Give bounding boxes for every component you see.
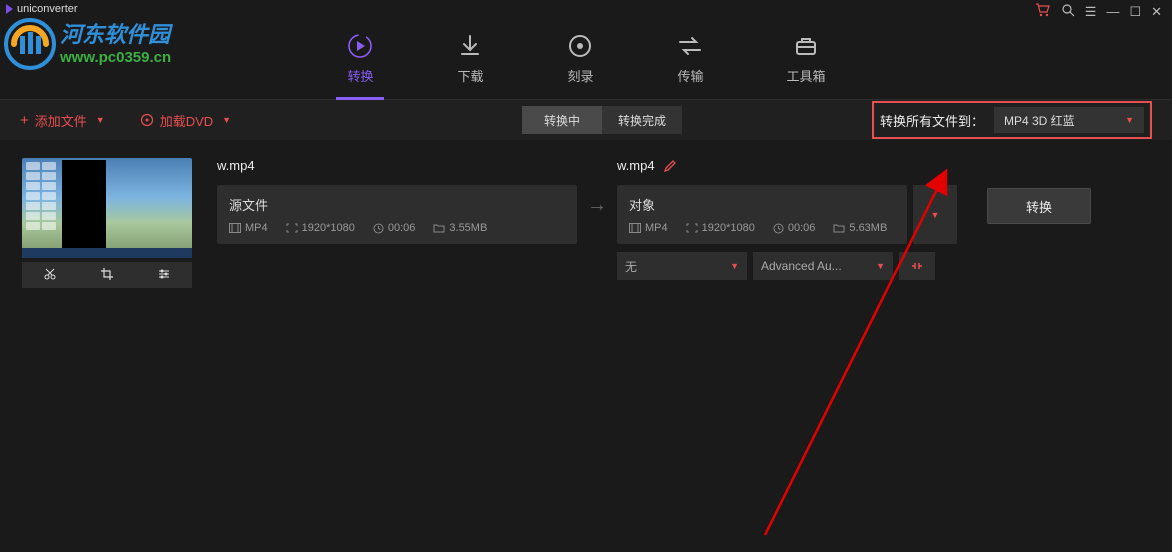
clock-icon xyxy=(373,223,384,234)
nav-label: 工具箱 xyxy=(786,66,825,85)
chevron-down-icon: ▼ xyxy=(876,261,885,271)
main-nav: 转换 下载 刻录 传输 工具箱 xyxy=(0,18,1172,100)
src-filesize: 3.55MB xyxy=(433,222,487,234)
load-dvd-button[interactable]: 加载DVD ▼ xyxy=(140,111,231,130)
crop-icon[interactable] xyxy=(100,267,114,284)
seg-converting[interactable]: 转换中 xyxy=(522,106,602,134)
clock-icon xyxy=(773,223,784,234)
cut-icon[interactable] xyxy=(43,267,57,284)
tgt-duration: 00:06 xyxy=(773,222,816,234)
status-segment: 转换中 转换完成 xyxy=(522,106,682,134)
folder-icon xyxy=(833,223,845,233)
target-column: w.mp4 对象 MP4 1920*1080 xyxy=(617,158,957,280)
film-icon xyxy=(229,223,241,233)
toolbox-icon xyxy=(792,32,820,60)
toolbar: + 添加文件 ▼ 加载DVD ▼ 转换中 转换完成 转换所有文件到： MP4 3… xyxy=(0,100,1172,140)
edit-icon[interactable] xyxy=(663,159,677,173)
target-card: 对象 MP4 1920*1080 00:06 xyxy=(617,185,907,244)
convert-all-label: 转换所有文件到： xyxy=(880,111,984,130)
transfer-icon xyxy=(676,32,704,60)
seg-done[interactable]: 转换完成 xyxy=(602,106,682,134)
minimize-button[interactable]: — xyxy=(1106,4,1119,19)
nav-label: 刻录 xyxy=(567,66,593,85)
tgt-filesize: 5.63MB xyxy=(833,222,887,234)
src-resolution: 1920*1080 xyxy=(286,222,355,234)
file-list: w.mp4 源文件 MP4 1920*1080 00:06 xyxy=(0,140,1172,298)
film-icon xyxy=(629,223,641,233)
audio-track-select[interactable]: 无 ▼ xyxy=(617,252,747,280)
add-file-button[interactable]: + 添加文件 ▼ xyxy=(20,111,105,130)
convert-icon xyxy=(346,32,374,60)
nav-convert[interactable]: 转换 xyxy=(346,32,374,85)
nav-burn[interactable]: 刻录 xyxy=(566,32,594,85)
nav-toolbox[interactable]: 工具箱 xyxy=(786,32,825,85)
expand-icon xyxy=(686,223,698,233)
video-thumbnail[interactable] xyxy=(22,158,192,258)
titlebar: uniconverter xyxy=(0,0,1172,18)
plus-icon: + xyxy=(20,112,29,129)
format-value: MP4 3D 红蓝 xyxy=(1004,112,1075,129)
expand-icon xyxy=(286,223,298,233)
load-dvd-label: 加载DVD xyxy=(160,111,213,130)
folder-icon xyxy=(433,223,445,233)
chevron-down-icon: ▼ xyxy=(730,261,739,271)
burn-icon xyxy=(566,32,594,60)
arrow-icon: → xyxy=(577,194,617,217)
tgt-format: MP4 xyxy=(629,222,668,234)
source-title: 源文件 xyxy=(229,195,565,214)
target-filename: w.mp4 xyxy=(617,158,655,173)
source-card: 源文件 MP4 1920*1080 00:06 xyxy=(217,185,577,244)
nav-download[interactable]: 下载 xyxy=(456,32,484,85)
output-format-select[interactable]: MP4 3D 红蓝 ▼ xyxy=(994,107,1144,133)
src-duration: 00:06 xyxy=(373,222,416,234)
chevron-down-icon: ▼ xyxy=(1125,115,1134,125)
logo-triangle-icon xyxy=(6,4,13,14)
src-format: MP4 xyxy=(229,222,268,234)
add-file-label: 添加文件 xyxy=(35,111,87,130)
audio-codec-select[interactable]: Advanced Au... ▼ xyxy=(753,252,893,280)
file-row: w.mp4 源文件 MP4 1920*1080 00:06 xyxy=(22,158,1150,280)
effects-icon[interactable] xyxy=(157,267,171,284)
thumbnail-wrap xyxy=(22,158,192,258)
target-title: 对象 xyxy=(629,195,895,214)
convert-button[interactable]: 转换 xyxy=(987,188,1091,224)
convert-all-highlight: 转换所有文件到： MP4 3D 红蓝 ▼ xyxy=(872,101,1152,139)
nav-label: 转换 xyxy=(347,66,373,85)
dvd-icon xyxy=(140,113,154,127)
audio-settings-button[interactable] xyxy=(899,252,935,280)
tgt-resolution: 1920*1080 xyxy=(686,222,755,234)
source-filename: w.mp4 xyxy=(217,158,255,173)
nav-label: 传输 xyxy=(677,66,703,85)
app-name: uniconverter xyxy=(17,3,78,15)
nav-transfer[interactable]: 传输 xyxy=(676,32,704,85)
thumbnail-actions xyxy=(22,262,192,288)
target-format-select[interactable]: ▼ xyxy=(913,185,957,244)
chevron-down-icon: ▼ xyxy=(931,210,940,220)
nav-label: 下载 xyxy=(457,66,483,85)
chevron-down-icon: ▼ xyxy=(222,115,231,125)
source-column: w.mp4 源文件 MP4 1920*1080 00:06 xyxy=(207,158,577,244)
chevron-down-icon: ▼ xyxy=(96,115,105,125)
download-icon xyxy=(456,32,484,60)
